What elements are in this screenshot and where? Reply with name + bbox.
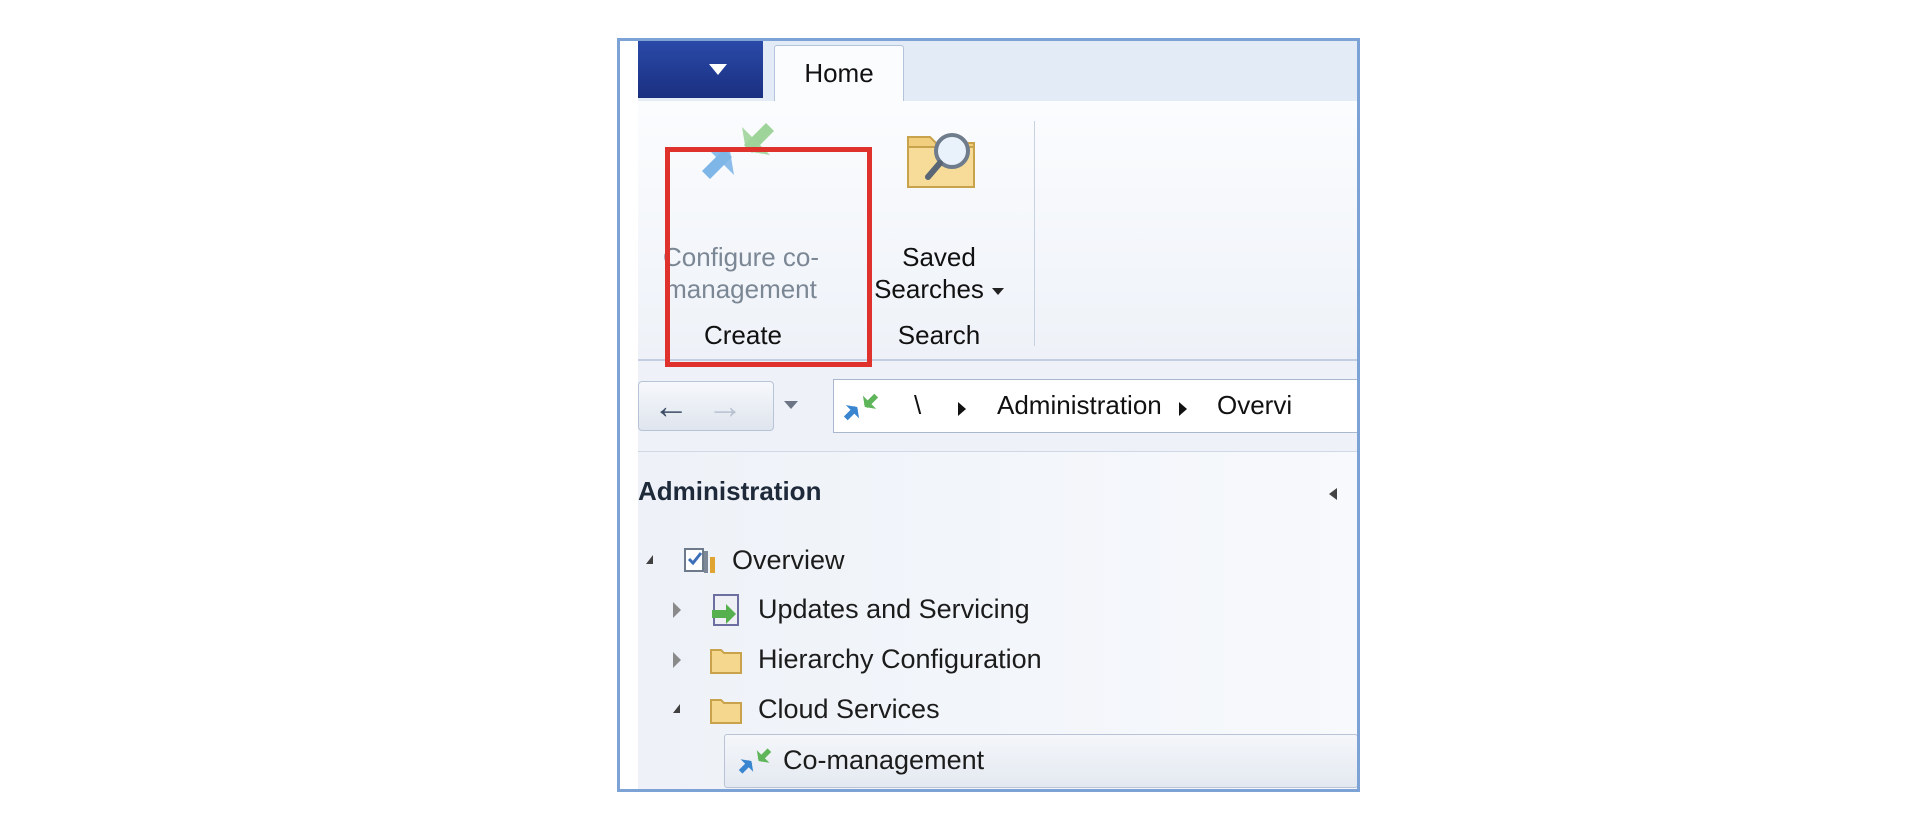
tree-item-overview[interactable]: Overview — [638, 537, 1038, 587]
collapse-pane-icon[interactable] — [1329, 488, 1337, 500]
back-arrow-icon[interactable]: ← — [645, 386, 697, 428]
group-label-search: Search — [897, 320, 981, 350]
folder-icon — [710, 699, 742, 724]
tree-item-cloud-services[interactable]: Cloud Services — [638, 686, 1098, 736]
updates-icon — [712, 594, 739, 626]
address-bar[interactable]: \ Administration Overvi — [833, 379, 1357, 433]
console-window: Home Configure co- management Create Sav… — [617, 38, 1360, 792]
folder-icon — [710, 649, 742, 674]
back-forward-buttons: ← → — [638, 381, 774, 431]
pane-title: Administration — [638, 476, 822, 506]
tab-home[interactable]: Home — [774, 45, 904, 102]
breadcrumb-root[interactable]: \ — [914, 390, 921, 421]
ribbon-tab-bar: Home — [638, 41, 1357, 102]
ribbon-separator — [1034, 121, 1035, 346]
navigation-pane: Administration Overview Updates and Serv… — [638, 452, 1357, 789]
expand-arrow-icon[interactable] — [673, 602, 681, 618]
tree-item-co-management[interactable]: Co-management — [724, 734, 1357, 788]
breadcrumb-separator-icon[interactable] — [1179, 402, 1187, 416]
forward-arrow-icon[interactable]: → — [699, 386, 751, 428]
tree-item-label: Updates and Servicing — [758, 594, 1030, 624]
breadcrumb-administration[interactable]: Administration — [997, 390, 1162, 421]
tree-item-label: Overview — [732, 545, 845, 575]
expand-arrow-icon[interactable] — [646, 555, 653, 564]
saved-searches-button[interactable]: Saved Searches — [854, 109, 1024, 304]
overview-icon — [684, 548, 715, 573]
ribbon-group-search: Saved Searches Search — [854, 101, 1024, 359]
tree-item-label: Co-management — [783, 745, 985, 775]
saved-searches-label: Saved Searches — [854, 241, 1024, 305]
expand-arrow-icon[interactable] — [673, 704, 680, 713]
history-dropdown-icon[interactable] — [784, 401, 798, 409]
tree-item-label: Cloud Services — [758, 694, 940, 724]
breadcrumb-separator-icon[interactable] — [958, 402, 966, 416]
dropdown-arrow-icon — [709, 64, 727, 75]
expand-arrow-icon[interactable] — [673, 652, 681, 668]
navigation-bar: ← → \ Administration Overvi — [638, 361, 1357, 452]
saved-searches-icon — [907, 133, 975, 188]
co-management-icon — [843, 393, 879, 421]
co-management-icon — [738, 748, 772, 774]
app-menu-button[interactable] — [638, 41, 763, 98]
breadcrumb-overview[interactable]: Overvi — [1217, 390, 1292, 421]
highlight-box — [665, 147, 872, 367]
dropdown-arrow-icon — [991, 287, 1004, 295]
tree-item-label: Hierarchy Configuration — [758, 644, 1042, 674]
tree-item-updates-and-servicing[interactable]: Updates and Servicing — [638, 586, 1098, 636]
tree-item-hierarchy-configuration[interactable]: Hierarchy Configuration — [638, 636, 1098, 686]
